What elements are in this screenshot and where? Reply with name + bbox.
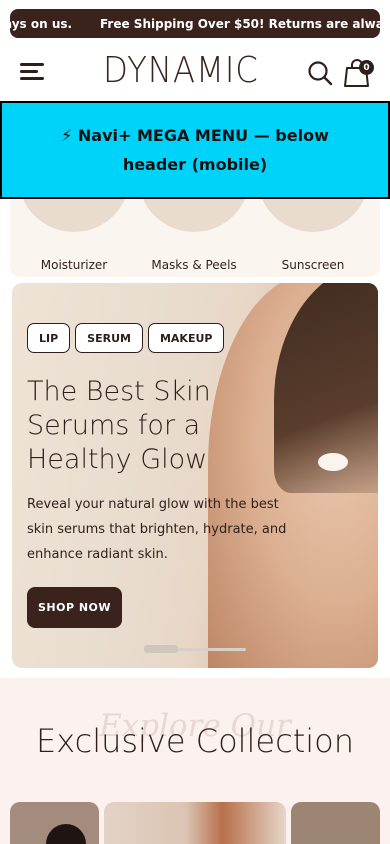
- hero-title: The Best Skin Serums for a Healthy Glow: [27, 376, 211, 475]
- tag-lip[interactable]: LIP: [27, 323, 71, 353]
- site-logo[interactable]: DYNAMIC: [103, 51, 259, 91]
- announcement-text: Free Shipping Over $50! Returns are alwa…: [100, 16, 380, 31]
- category-label: Masks & Peels: [151, 258, 237, 272]
- collection-card[interactable]: [10, 802, 99, 844]
- hero-cream-dab: [318, 453, 348, 471]
- mega-menu-placeholder[interactable]: ⚡ Navi+ MEGA MENU — below header (mobile…: [0, 101, 390, 199]
- hamburger-menu-icon[interactable]: [20, 62, 44, 82]
- cart-count-badge: 0: [359, 60, 374, 75]
- page: ays on us. Free Shipping Over $50! Retur…: [0, 0, 390, 844]
- collection-section: Explore Our Exclusive Collection: [0, 678, 390, 844]
- search-icon[interactable]: [307, 60, 333, 86]
- announcement-bar: ays on us. Free Shipping Over $50! Retur…: [10, 9, 380, 38]
- mega-menu-label: ⚡ Navi+ MEGA MENU — below header (mobile…: [61, 126, 329, 174]
- announcement-text-prev: ays on us.: [10, 16, 73, 31]
- collection-card[interactable]: [104, 802, 286, 844]
- tag-serum[interactable]: SERUM: [75, 323, 143, 353]
- hero-tags: LIP SERUM MAKEUP: [27, 323, 225, 353]
- category-label: Moisturizer: [40, 258, 108, 272]
- collection-card[interactable]: [291, 802, 380, 844]
- hero-banner: LIP SERUM MAKEUP The Best Skin Serums fo…: [12, 283, 378, 668]
- collection-title: Exclusive Collection: [36, 722, 354, 760]
- slider-indicator[interactable]: [144, 645, 178, 653]
- hero-description: Reveal your natural glow with the best s…: [27, 497, 287, 562]
- category-label: Sunscreen: [281, 258, 345, 272]
- site-header: DYNAMIC 0: [10, 44, 380, 102]
- tag-makeup[interactable]: MAKEUP: [147, 323, 225, 353]
- shop-now-button[interactable]: SHOP NOW: [27, 587, 122, 628]
- card-model-image: [46, 824, 86, 844]
